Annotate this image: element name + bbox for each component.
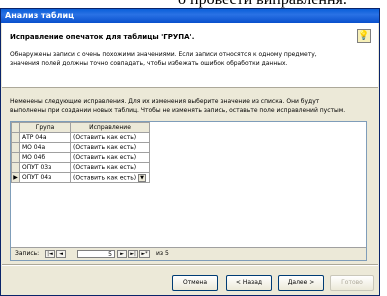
lightbulb-hint-icon[interactable]: 💡 <box>357 29 371 43</box>
fix-cell[interactable]: (Оставить как есть) <box>70 132 150 143</box>
window-title: Анализ таблиц <box>1 9 379 23</box>
fix-cell[interactable]: (Оставить как есть) <box>70 152 150 163</box>
row-selector[interactable] <box>11 132 20 143</box>
grid-header-row: Група Исправление <box>11 122 150 133</box>
current-record-arrow-icon: ▶ <box>13 174 18 181</box>
button-separator <box>2 264 378 266</box>
next-button[interactable]: Далее > <box>278 275 324 291</box>
table-row[interactable]: АТР 04а (Оставить как есть) <box>11 132 150 143</box>
table-row[interactable]: МО 04б (Оставить как есть) <box>11 152 150 163</box>
table-row[interactable]: МО 04а (Оставить как есть) <box>11 142 150 153</box>
document-text-fragment: о провести виправлення. <box>178 0 347 8</box>
group-cell: ОПУТ 03з <box>19 162 71 173</box>
first-record-button[interactable]: |◄ <box>45 250 55 258</box>
record-label: Запись: <box>15 250 40 257</box>
document-background: о провести виправлення. <box>0 0 387 8</box>
row-selector-header <box>11 122 20 133</box>
row-selector[interactable] <box>11 162 20 173</box>
table-row[interactable]: ОПУТ 03з (Оставить как есть) <box>11 162 150 173</box>
group-cell: МО 04а <box>19 142 71 153</box>
row-selector[interactable] <box>11 152 20 163</box>
header-title: Исправление опечаток для таблицы 'ГРУПА'… <box>10 33 195 41</box>
correction-table: Група Исправление АТР 04а (Оставить как … <box>11 122 150 183</box>
column-header-fix[interactable]: Исправление <box>70 122 150 133</box>
fix-cell-value: (Оставить как есть) <box>73 174 137 181</box>
record-navigator: Запись: |◄ ◄ 5 ► ►| ►* из 5 <box>11 247 366 260</box>
group-cell: ОПУТ 04з <box>19 172 71 183</box>
record-number-input[interactable]: 5 <box>77 250 115 258</box>
column-header-group[interactable]: Група <box>19 122 71 133</box>
last-record-button[interactable]: ►| <box>128 250 138 258</box>
group-cell: МО 04б <box>19 152 71 163</box>
fix-cell[interactable]: (Оставить как есть) <box>70 142 150 153</box>
back-button[interactable]: < Назад <box>226 275 272 291</box>
prev-record-button[interactable]: ◄ <box>56 250 66 258</box>
fix-cell-active[interactable]: (Оставить как есть) ▼ <box>70 172 150 183</box>
fix-cell[interactable]: (Оставить как есть) <box>70 162 150 173</box>
cancel-button[interactable]: Отмена <box>172 275 218 291</box>
row-selector[interactable] <box>11 142 20 153</box>
new-record-button[interactable]: ►* <box>139 250 150 258</box>
record-count: из 5 <box>156 250 169 257</box>
finish-button[interactable]: Готово <box>330 275 374 291</box>
group-cell: АТР 04а <box>19 132 71 143</box>
correction-grid: Група Исправление АТР 04а (Оставить как … <box>10 121 367 261</box>
row-selector[interactable]: ▶ <box>11 172 20 183</box>
header-description: Обнаружены записи с очень похожими значе… <box>10 51 317 67</box>
next-record-button[interactable]: ► <box>117 250 127 258</box>
wizard-header: Исправление опечаток для таблицы 'ГРУПА'… <box>2 23 378 88</box>
table-analyzer-window: Анализ таблиц Исправление опечаток для т… <box>0 8 380 296</box>
dropdown-arrow-icon[interactable]: ▼ <box>138 173 147 182</box>
table-row[interactable]: ▶ ОПУТ 04з (Оставить как есть) ▼ <box>11 172 150 183</box>
instruction-text: Неменены следующие исправления. Для их и… <box>10 98 346 114</box>
